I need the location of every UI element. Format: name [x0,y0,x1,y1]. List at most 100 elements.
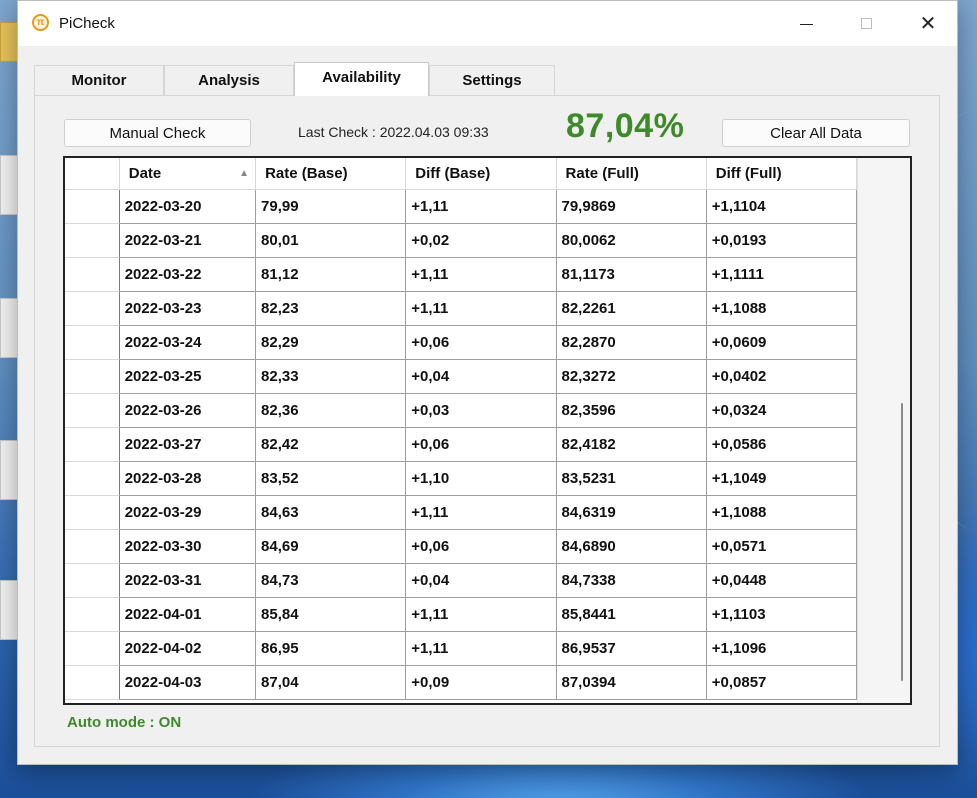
manual-check-button[interactable]: Manual Check [64,119,251,147]
cell-rate-base[interactable]: 82,29 [256,326,407,360]
table-row[interactable]: 2022-04-01 85,84 +1,11 85,8441 +1,1103 [65,598,857,632]
title-bar[interactable]: π PiCheck ✕ [18,1,957,46]
row-header[interactable] [65,292,120,326]
cell-rate-full[interactable]: 87,0394 [556,666,707,700]
table-row[interactable]: 2022-03-27 82,42 +0,06 82,4182 +0,0586 [65,428,857,462]
cell-diff-base[interactable]: +1,10 [406,462,557,496]
cell-date[interactable]: 2022-03-22 [119,258,257,292]
desktop-file-icon[interactable] [0,298,18,358]
cell-diff-base[interactable]: +1,11 [406,496,557,530]
row-header[interactable] [65,598,120,632]
tab-settings[interactable]: Settings [429,65,555,95]
tab-availability[interactable]: Availability [294,62,429,96]
tab-analysis[interactable]: Analysis [164,65,294,95]
cell-rate-full[interactable]: 82,3596 [556,394,707,428]
desktop-file-icon[interactable] [0,580,18,640]
cell-rate-base[interactable]: 83,52 [256,462,407,496]
cell-diff-base[interactable]: +1,11 [406,258,557,292]
column-header-rate-full[interactable]: Rate (Full) [556,158,707,190]
table-row[interactable]: 2022-03-31 84,73 +0,04 84,7338 +0,0448 [65,564,857,598]
table-row[interactable]: 2022-03-20 79,99 +1,11 79,9869 +1,1104 [65,190,857,224]
cell-rate-base[interactable]: 79,99 [256,190,407,224]
cell-diff-full[interactable]: +1,1088 [706,292,857,326]
cell-diff-full[interactable]: +1,1096 [706,632,857,666]
cell-rate-base[interactable]: 82,42 [256,428,407,462]
cell-date[interactable]: 2022-03-23 [119,292,257,326]
table-row[interactable]: 2022-03-22 81,12 +1,11 81,1173 +1,1111 [65,258,857,292]
cell-diff-base[interactable]: +0,04 [406,360,557,394]
cell-rate-full[interactable]: 83,5231 [556,462,707,496]
close-button[interactable]: ✕ [905,1,951,46]
cell-diff-full[interactable]: +0,0402 [706,360,857,394]
cell-diff-full[interactable]: +0,0324 [706,394,857,428]
row-header[interactable] [65,394,120,428]
cell-diff-full[interactable]: +0,0609 [706,326,857,360]
row-header[interactable] [65,462,120,496]
cell-diff-full[interactable]: +1,1111 [706,258,857,292]
table-row[interactable]: 2022-03-23 82,23 +1,11 82,2261 +1,1088 [65,292,857,326]
table-row[interactable]: 2022-03-30 84,69 +0,06 84,6890 +0,0571 [65,530,857,564]
desktop-file-icon[interactable] [0,155,18,215]
cell-date[interactable]: 2022-03-25 [119,360,257,394]
cell-rate-base[interactable]: 87,04 [256,666,407,700]
cell-date[interactable]: 2022-04-01 [119,598,257,632]
row-header[interactable] [65,360,120,394]
cell-rate-base[interactable]: 80,01 [256,224,407,258]
maximize-button[interactable] [843,1,889,46]
table-row[interactable]: 2022-03-24 82,29 +0,06 82,2870 +0,0609 [65,326,857,360]
cell-diff-base[interactable]: +0,06 [406,326,557,360]
cell-date[interactable]: 2022-03-27 [119,428,257,462]
cell-date[interactable]: 2022-03-29 [119,496,257,530]
minimize-button[interactable] [783,1,829,46]
row-header[interactable] [65,632,120,666]
cell-diff-base[interactable]: +1,11 [406,632,557,666]
cell-rate-full[interactable]: 84,6319 [556,496,707,530]
cell-diff-base[interactable]: +0,03 [406,394,557,428]
cell-diff-full[interactable]: +0,0586 [706,428,857,462]
cell-rate-full[interactable]: 82,2870 [556,326,707,360]
column-header-diff-base[interactable]: Diff (Base) [406,158,557,190]
row-header[interactable] [65,530,120,564]
row-header[interactable] [65,224,120,258]
cell-rate-base[interactable]: 84,69 [256,530,407,564]
cell-diff-full[interactable]: +1,1049 [706,462,857,496]
cell-diff-full[interactable]: +0,0448 [706,564,857,598]
cell-diff-full[interactable]: +1,1103 [706,598,857,632]
cell-rate-full[interactable]: 80,0062 [556,224,707,258]
cell-date[interactable]: 2022-03-26 [119,394,257,428]
cell-date[interactable]: 2022-03-30 [119,530,257,564]
table-row[interactable]: 2022-03-26 82,36 +0,03 82,3596 +0,0324 [65,394,857,428]
column-header-date[interactable]: Date ▲ [119,158,257,190]
cell-rate-base[interactable]: 84,73 [256,564,407,598]
cell-rate-base[interactable]: 81,12 [256,258,407,292]
row-header[interactable] [65,496,120,530]
clear-all-data-button[interactable]: Clear All Data [722,119,910,147]
row-header[interactable] [65,666,120,700]
table-row[interactable]: 2022-03-29 84,63 +1,11 84,6319 +1,1088 [65,496,857,530]
row-header[interactable] [65,190,120,224]
scrollbar-thumb[interactable] [901,403,903,681]
cell-rate-full[interactable]: 84,6890 [556,530,707,564]
cell-rate-full[interactable]: 82,3272 [556,360,707,394]
cell-rate-full[interactable]: 86,9537 [556,632,707,666]
table-row[interactable]: 2022-04-02 86,95 +1,11 86,9537 +1,1096 [65,632,857,666]
cell-date[interactable]: 2022-03-28 [119,462,257,496]
cell-diff-base[interactable]: +0,06 [406,530,557,564]
cell-rate-full[interactable]: 82,2261 [556,292,707,326]
cell-date[interactable]: 2022-03-31 [119,564,257,598]
column-header-rate-base[interactable]: Rate (Base) [256,158,407,190]
cell-diff-full[interactable]: +1,1104 [706,190,857,224]
cell-rate-base[interactable]: 84,63 [256,496,407,530]
cell-date[interactable]: 2022-04-02 [119,632,257,666]
cell-rate-base[interactable]: 82,23 [256,292,407,326]
cell-date[interactable]: 2022-03-24 [119,326,257,360]
cell-rate-full[interactable]: 82,4182 [556,428,707,462]
cell-diff-full[interactable]: +0,0571 [706,530,857,564]
row-header[interactable] [65,428,120,462]
cell-rate-base[interactable]: 82,36 [256,394,407,428]
cell-rate-full[interactable]: 79,9869 [556,190,707,224]
cell-rate-base[interactable]: 85,84 [256,598,407,632]
cell-diff-base[interactable]: +0,02 [406,224,557,258]
vertical-scrollbar[interactable] [857,158,910,703]
cell-diff-full[interactable]: +0,0857 [706,666,857,700]
